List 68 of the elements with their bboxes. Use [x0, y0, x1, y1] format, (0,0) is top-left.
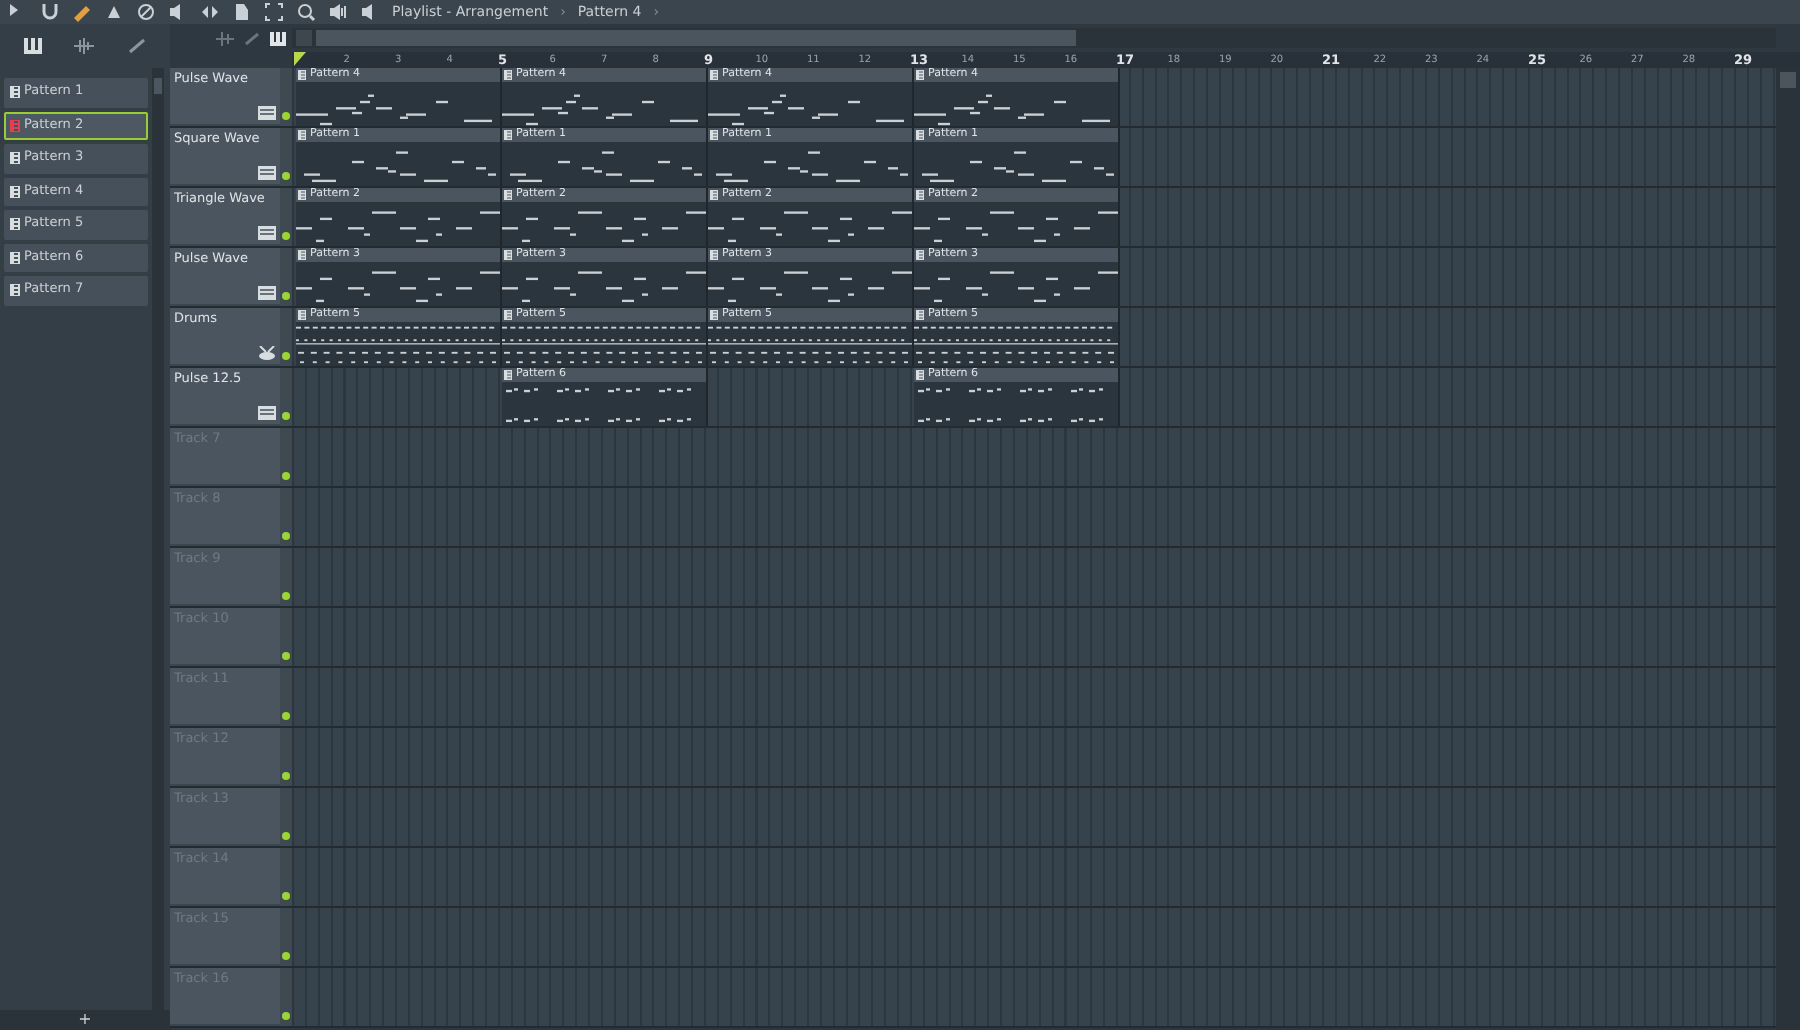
- pattern-icon: [710, 70, 718, 80]
- keyboard-icon: [258, 406, 276, 420]
- mute-indicator[interactable]: [282, 232, 290, 240]
- mute-indicator[interactable]: [282, 592, 290, 600]
- mute-indicator[interactable]: [282, 952, 290, 960]
- pattern-icon: [504, 310, 512, 320]
- drum-icon: [258, 346, 276, 360]
- keyboard-icon: [258, 166, 276, 180]
- keyboard-icon: [258, 106, 276, 120]
- mute-indicator[interactable]: [282, 772, 290, 780]
- pattern-icon: [504, 250, 512, 260]
- playhead-marker-icon[interactable]: [294, 52, 306, 66]
- pattern-icon: [10, 284, 20, 297]
- mute-indicator[interactable]: [282, 172, 290, 180]
- piano-icon[interactable]: [270, 31, 286, 45]
- pattern-icon: [504, 370, 512, 380]
- pattern-icon: [298, 250, 306, 260]
- pattern-icon: [710, 250, 718, 260]
- keyboard-icon: [258, 226, 276, 240]
- mute-indicator[interactable]: [282, 712, 290, 720]
- mute-indicator[interactable]: [282, 1012, 290, 1020]
- pattern-icon: [10, 218, 20, 231]
- mute-indicator[interactable]: [282, 832, 290, 840]
- pattern-icon: [298, 190, 306, 200]
- pattern-icon: [710, 130, 718, 140]
- magnet-icon[interactable]: [40, 2, 60, 22]
- pattern-icon: [298, 70, 306, 80]
- pattern-icon: [504, 190, 512, 200]
- pattern-icon: [10, 185, 20, 198]
- mute-indicator[interactable]: [282, 412, 290, 420]
- double-arrow-icon[interactable]: [200, 2, 220, 22]
- selection-icon[interactable]: [264, 2, 284, 22]
- pattern-icon: [916, 130, 924, 140]
- volume-icon[interactable]: [328, 2, 348, 22]
- waveform-icon[interactable]: [216, 31, 234, 45]
- mute-indicator[interactable]: [282, 532, 290, 540]
- mute-indicator[interactable]: [282, 892, 290, 900]
- pattern-icon: [504, 130, 512, 140]
- waveform-icon[interactable]: [74, 38, 95, 54]
- pattern-icon: [916, 310, 924, 320]
- diagonal-line-icon[interactable]: [244, 31, 260, 45]
- mute-indicator[interactable]: [282, 112, 290, 120]
- mute-indicator[interactable]: [282, 352, 290, 360]
- pattern-icon: [10, 251, 20, 264]
- pattern-icon: [298, 310, 306, 320]
- diagonal-line-icon[interactable]: [127, 38, 146, 54]
- pattern-icon: [298, 130, 306, 140]
- mute-indicator[interactable]: [282, 472, 290, 480]
- keyboard-icon: [258, 286, 276, 300]
- pattern-icon: [10, 86, 20, 99]
- pattern-icon: [504, 70, 512, 80]
- scrollbar[interactable]: [152, 68, 164, 1010]
- pattern-icon: [916, 250, 924, 260]
- pattern-icon: [916, 70, 924, 80]
- add-button[interactable]: +: [78, 1012, 92, 1028]
- pattern-icon: [710, 310, 718, 320]
- vertical-scrollbar[interactable]: [1776, 68, 1800, 1030]
- pattern-icon: [916, 190, 924, 200]
- pattern-icon: [916, 370, 924, 380]
- pattern-icon: [10, 152, 20, 165]
- pattern-icon: [710, 190, 718, 200]
- horizontal-scrollbar[interactable]: [292, 28, 1776, 48]
- mute-indicator[interactable]: [282, 292, 290, 300]
- zoom-icon[interactable]: [296, 2, 316, 22]
- prohibit-icon[interactable]: [136, 2, 156, 22]
- mute-indicator[interactable]: [282, 652, 290, 660]
- pattern-icon: [10, 119, 20, 132]
- piano-icon[interactable]: [24, 38, 43, 54]
